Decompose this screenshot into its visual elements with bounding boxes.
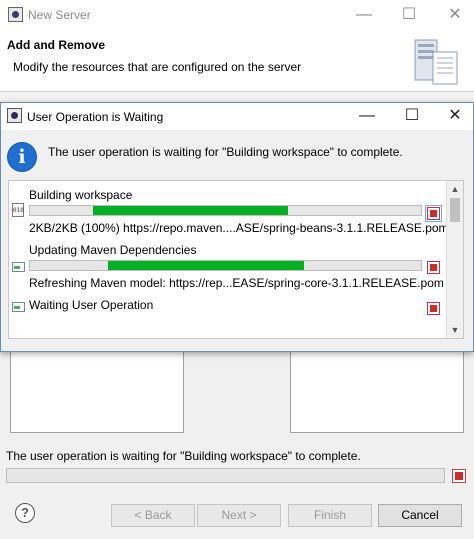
job-progress-fill: [108, 261, 304, 270]
new-server-title: New Server: [28, 8, 91, 22]
scroll-up-icon[interactable]: ▲: [447, 181, 463, 197]
wizard-header: Add and Remove Modify the resources that…: [0, 30, 474, 92]
job-progress-fill: [92, 206, 289, 215]
job-name: Waiting User Operation: [29, 298, 154, 312]
configured-resources-panel[interactable]: [290, 345, 464, 433]
job-progress-icon: [12, 262, 25, 272]
close-icon[interactable]: ✕: [439, 105, 471, 127]
user-operation-waiting-dialog: User Operation is Waiting — ☐ ✕ i The us…: [0, 102, 474, 352]
wizard-page-title: Add and Remove: [7, 38, 106, 52]
wizard-stop-icon[interactable]: [452, 469, 466, 483]
job-progress-bar: [29, 205, 422, 216]
close-icon[interactable]: ✕: [440, 4, 470, 26]
maximize-icon[interactable]: ☐: [396, 105, 428, 127]
wizard-page-description: Modify the resources that are configured…: [13, 60, 302, 74]
finish-button[interactable]: Finish: [288, 504, 372, 527]
stop-icon[interactable]: [425, 205, 442, 222]
minimize-icon[interactable]: —: [351, 105, 383, 127]
dialog-message: The user operation is waiting for "Build…: [48, 145, 403, 159]
maximize-icon[interactable]: ☐: [394, 4, 424, 26]
job-progress-icon: [12, 302, 25, 312]
eclipse-app-icon: [7, 108, 22, 123]
stop-icon[interactable]: [427, 302, 440, 315]
minimize-icon[interactable]: —: [349, 4, 379, 26]
eclipse-app-icon: [8, 7, 23, 22]
server-banner-icon: [414, 39, 458, 85]
dialog-titlebar: User Operation is Waiting — ☐ ✕: [1, 103, 473, 130]
scroll-down-icon[interactable]: ▼: [447, 322, 463, 338]
back-button[interactable]: < Back: [111, 504, 195, 527]
wizard-status-message: The user operation is waiting for "Build…: [6, 449, 361, 463]
job-progress-bar: [29, 260, 422, 271]
vertical-scrollbar[interactable]: ▲ ▼: [446, 181, 463, 338]
wizard-progress-bar: [6, 468, 445, 483]
next-button[interactable]: Next >: [197, 504, 281, 527]
new-server-titlebar: New Server — ☐ ✕: [0, 0, 474, 30]
job-detail: Refreshing Maven model: https://rep...EA…: [29, 276, 444, 290]
job-detail: 2KB/2KB (100%) https://repo.maven....ASE…: [29, 221, 449, 235]
info-icon: i: [7, 142, 37, 172]
job-name: Updating Maven Dependencies: [29, 243, 197, 257]
cancel-button[interactable]: Cancel: [378, 504, 462, 527]
job-name: Building workspace: [29, 188, 133, 202]
dialog-title: User Operation is Waiting: [27, 110, 164, 124]
stop-icon[interactable]: [427, 261, 440, 274]
java-file-icon: 010: [12, 203, 24, 217]
scroll-thumb[interactable]: [450, 198, 460, 222]
jobs-list[interactable]: 010 Building workspace 2KB/2KB (100%) ht…: [8, 180, 464, 339]
help-icon[interactable]: ?: [15, 503, 35, 523]
available-resources-panel[interactable]: [10, 345, 184, 433]
